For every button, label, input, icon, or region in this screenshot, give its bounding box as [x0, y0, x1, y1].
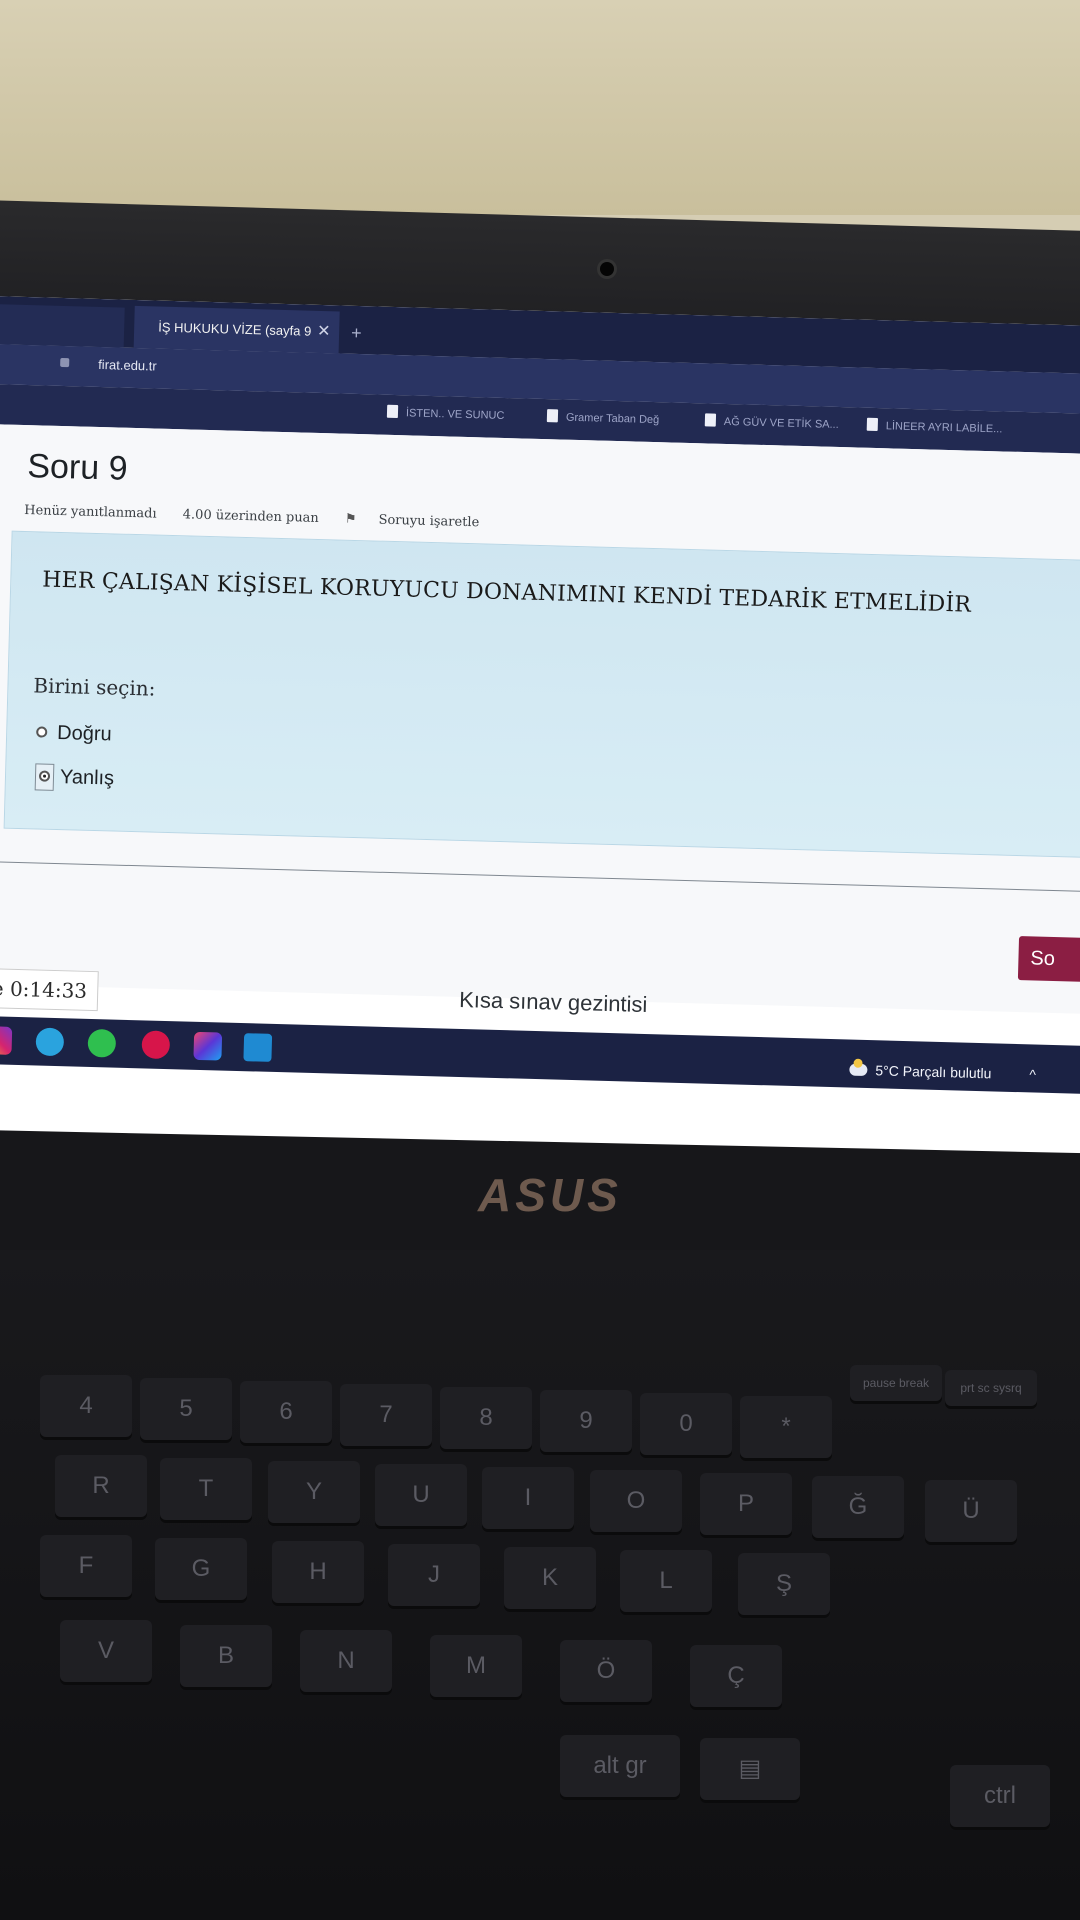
key-6[interactable]: 6 — [240, 1381, 332, 1443]
browser-tab[interactable] — [0, 303, 125, 348]
key-u-umlaut[interactable]: Ü — [925, 1480, 1017, 1542]
webcam — [600, 262, 614, 276]
instagram-icon[interactable] — [0, 1026, 13, 1055]
option-yanlis[interactable]: Yanlış — [34, 763, 115, 792]
key-o-umlaut[interactable]: Ö — [560, 1640, 652, 1702]
new-tab-icon[interactable]: + — [351, 312, 363, 354]
key-prtsc[interactable]: prt sc sysrq — [945, 1370, 1037, 1406]
quiz-timer: re 0:14:33 — [0, 967, 99, 1012]
key-p[interactable]: P — [700, 1473, 792, 1535]
key-r[interactable]: R — [55, 1455, 147, 1517]
browser-tab-active[interactable]: İŞ HUKUKU VİZE (sayfa 9 — [133, 305, 340, 354]
document-icon — [386, 404, 399, 419]
url-text[interactable]: firat.edu.tr — [98, 357, 157, 374]
key-g[interactable]: G — [155, 1538, 247, 1600]
key-f[interactable]: F — [40, 1535, 132, 1597]
document-icon — [866, 417, 879, 432]
key-o[interactable]: O — [590, 1470, 682, 1532]
key-v[interactable]: V — [60, 1620, 152, 1682]
key-8[interactable]: 8 — [440, 1387, 532, 1449]
key-i[interactable]: I — [482, 1467, 574, 1529]
key-m[interactable]: M — [430, 1635, 522, 1697]
next-page-button[interactable]: So — [1017, 936, 1080, 983]
key-k[interactable]: K — [504, 1547, 596, 1609]
key-u[interactable]: U — [375, 1464, 467, 1526]
jetbrains-icon[interactable] — [193, 1031, 223, 1061]
key-asterisk[interactable]: * — [740, 1396, 832, 1458]
asus-logo: ASUS — [478, 1169, 622, 1221]
key-y[interactable]: Y — [268, 1461, 360, 1523]
radio-button-checked[interactable] — [38, 770, 51, 782]
option-dogru[interactable]: Doğru — [36, 721, 112, 746]
key-j[interactable]: J — [388, 1544, 480, 1606]
key-c-cedilla[interactable]: Ç — [690, 1645, 782, 1707]
key-ctrl[interactable]: ctrl — [950, 1765, 1050, 1827]
key-5[interactable]: 5 — [140, 1378, 232, 1440]
menu-key-icon[interactable]: ▤ — [700, 1738, 800, 1800]
key-b[interactable]: B — [180, 1625, 272, 1687]
choose-prompt: Birini seçin: — [33, 673, 156, 701]
lock-icon — [60, 357, 70, 368]
question-title: Soru 9 — [26, 447, 129, 488]
tab-title: İŞ HUKUKU VİZE (sayfa 9 — [158, 319, 312, 339]
key-9[interactable]: 9 — [540, 1390, 632, 1452]
document-icon — [546, 409, 559, 423]
key-l[interactable]: L — [620, 1550, 712, 1612]
document-icon — [704, 413, 717, 427]
key-alt-gr[interactable]: alt gr — [560, 1735, 680, 1797]
key-pause[interactable]: pause break — [850, 1365, 942, 1401]
key-t[interactable]: T — [160, 1458, 252, 1520]
laptop-screen: İŞ HUKUKU VİZE (sayfa 9 ✕ + firat.edu.tr… — [0, 296, 1080, 1186]
vscode-icon[interactable] — [243, 1033, 273, 1062]
quiz-navigation-link[interactable]: Kısa sınav gezintisi — [459, 987, 648, 1018]
key-n[interactable]: N — [300, 1630, 392, 1692]
flag-icon: ⚑ — [344, 511, 357, 527]
partly-cloudy-icon — [849, 1063, 868, 1077]
chevron-up-icon[interactable]: ^ — [1029, 1066, 1036, 1082]
close-tab-icon[interactable]: ✕ — [317, 311, 332, 353]
radio-button[interactable] — [36, 726, 48, 738]
key-4[interactable]: 4 — [40, 1375, 132, 1437]
key-s-cedilla[interactable]: Ş — [738, 1553, 830, 1615]
key-g-breve[interactable]: Ğ — [812, 1476, 904, 1538]
wall-background — [0, 0, 1080, 215]
key-0[interactable]: 0 — [640, 1393, 732, 1455]
key-7[interactable]: 7 — [340, 1384, 432, 1446]
key-h[interactable]: H — [272, 1541, 364, 1603]
bookmark-item[interactable]: Gramer Taban Değ — [546, 409, 660, 426]
